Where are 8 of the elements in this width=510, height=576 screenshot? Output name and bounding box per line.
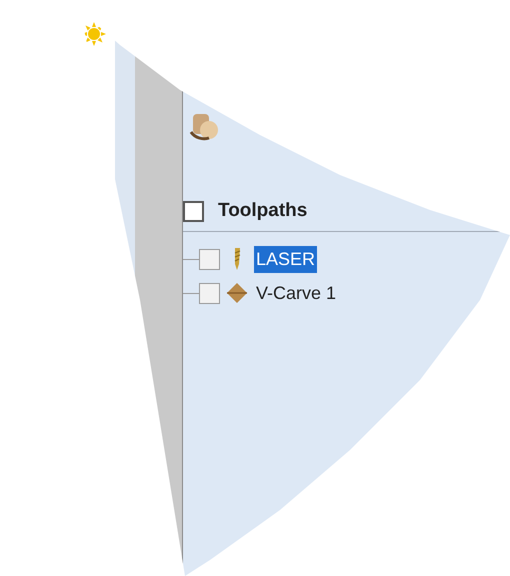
checkbox[interactable] — [199, 282, 220, 304]
checkbox[interactable] — [199, 248, 220, 270]
toolpath-item[interactable]: LASER — [254, 246, 318, 272]
sun-icon — [82, 22, 106, 46]
checkbox[interactable] — [183, 201, 204, 222]
toolpath-item[interactable]: V-Carve 1 — [254, 280, 338, 306]
panel-title: Toolpaths — [218, 199, 308, 224]
diamond-icon — [226, 282, 248, 304]
